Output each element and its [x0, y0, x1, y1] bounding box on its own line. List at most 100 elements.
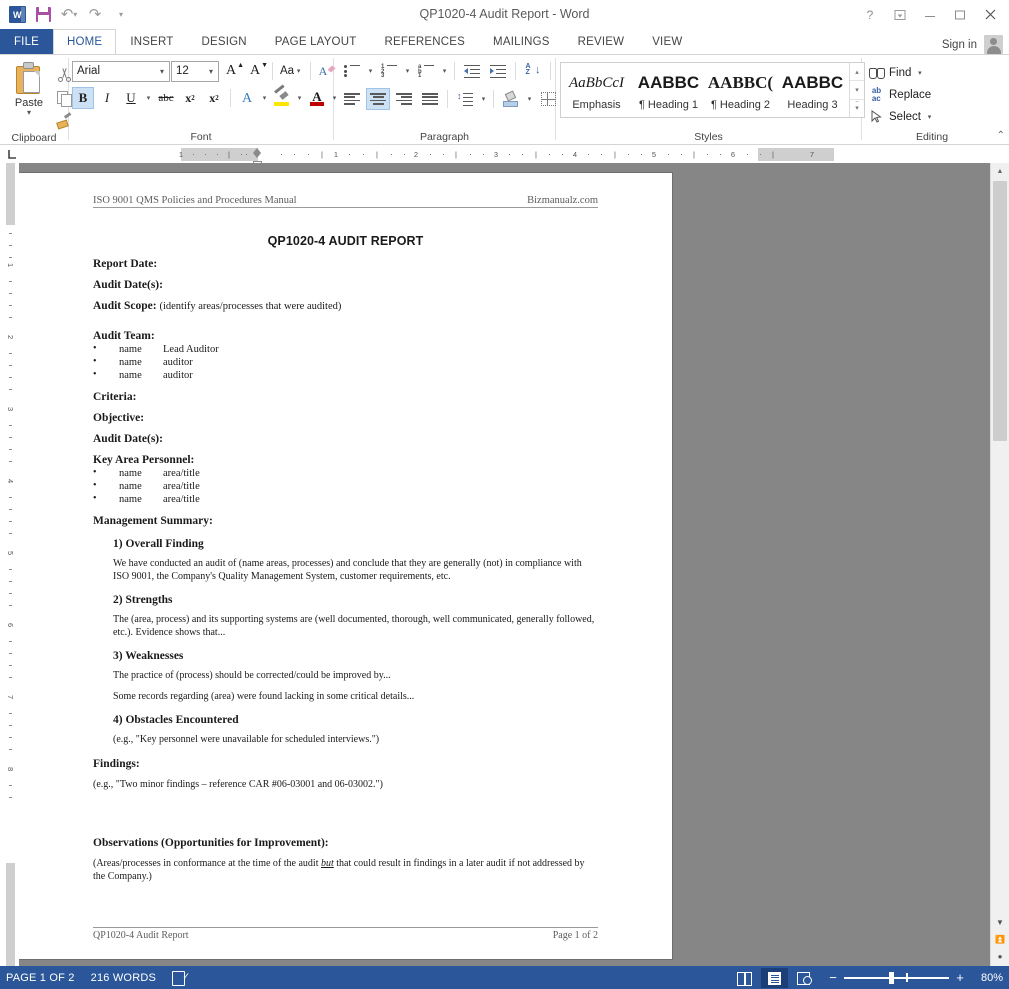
line-spacing-button[interactable]: ↕ [453, 88, 477, 110]
find-caret-icon[interactable]: ▾ [915, 69, 924, 77]
font-size-combo[interactable]: 12 ▾ [171, 60, 219, 82]
scrollbar-thumb[interactable] [993, 181, 1007, 441]
tab-references[interactable]: REFERENCES [370, 29, 479, 54]
style-emphasis[interactable]: AaBbCcI Emphasis [561, 63, 633, 117]
font-color-button[interactable]: A [306, 87, 328, 109]
scroll-down-icon[interactable]: ▼ [991, 914, 1009, 931]
document-scroll-area[interactable]: ISO 9001 QMS Policies and Procedures Man… [19, 163, 990, 966]
tab-design[interactable]: DESIGN [187, 29, 260, 54]
binoculars-icon [868, 65, 885, 80]
text-effects-button[interactable]: A [236, 87, 258, 109]
underline-caret-icon[interactable]: ▾ [144, 94, 153, 102]
find-button[interactable]: Find ▾ [868, 62, 934, 83]
tab-home[interactable]: HOME [53, 29, 117, 54]
redo-icon[interactable]: ↷ [82, 4, 108, 26]
zoom-in-button[interactable]: + [954, 971, 966, 984]
tab-review[interactable]: REVIEW [564, 29, 639, 54]
superscript-button[interactable]: x2 [203, 87, 225, 109]
bullets-caret-icon[interactable]: ▾ [366, 67, 375, 75]
highlight-caret-icon[interactable]: ▾ [295, 94, 304, 102]
ribbon-options-icon[interactable] [885, 3, 915, 27]
numbering-button[interactable]: 123 [377, 60, 401, 82]
summary-heading-1: 1) Overall Finding [113, 538, 204, 550]
sort-button[interactable]: A Z ↓ [521, 60, 545, 82]
scroll-up-icon[interactable]: ▲ [991, 163, 1009, 180]
bullets-button[interactable] [340, 60, 364, 82]
zoom-level[interactable]: 80% [971, 966, 1003, 989]
restore-icon[interactable] [945, 3, 975, 27]
decrease-indent-button[interactable] [460, 60, 484, 82]
avatar[interactable] [984, 35, 1003, 54]
summary-heading-4: 4) Obstacles Encountered [113, 714, 239, 726]
minimize-icon[interactable] [915, 3, 945, 27]
highlight-button[interactable] [271, 84, 293, 109]
zoom-control[interactable]: − + 80% [821, 966, 1003, 989]
align-left-button[interactable] [340, 88, 364, 110]
key-area-personnel-list: namearea/title namearea/title namearea/t… [93, 466, 598, 506]
shrink-font-button[interactable]: A ▼ [245, 60, 268, 82]
select-label: Select [889, 110, 921, 123]
shading-button[interactable] [499, 88, 523, 110]
grow-font-button[interactable]: A ▲ [221, 60, 244, 82]
tab-mailings[interactable]: MAILINGS [479, 29, 564, 54]
text-effects-caret-icon[interactable]: ▾ [260, 94, 269, 102]
font-name-caret-icon[interactable]: ▾ [155, 67, 169, 76]
font-name-combo[interactable]: Arial ▾ [72, 60, 170, 82]
align-right-button[interactable] [392, 88, 416, 110]
increase-indent-button[interactable] [486, 60, 510, 82]
paste-button[interactable]: Paste ▾ [6, 60, 52, 131]
justify-button[interactable] [418, 88, 442, 110]
numbering-caret-icon[interactable]: ▾ [403, 67, 412, 75]
underline-button[interactable]: U [120, 87, 142, 109]
strikethrough-button[interactable]: abc [155, 87, 177, 109]
style-heading-2[interactable]: AABBC( ¶ Heading 2 [705, 63, 777, 117]
zoom-out-button[interactable]: − [827, 971, 839, 984]
subscript-button[interactable]: x2 [179, 87, 201, 109]
close-icon[interactable] [975, 3, 1005, 27]
proofing-errors-icon[interactable] [172, 971, 190, 986]
page-indicator[interactable]: PAGE 1 OF 2 [6, 966, 75, 989]
tab-stop-selector-icon[interactable] [4, 146, 21, 163]
help-icon[interactable]: ? [855, 3, 885, 27]
italic-button[interactable]: I [96, 87, 118, 109]
read-mode-button[interactable] [731, 968, 758, 988]
tab-insert[interactable]: INSERT [116, 29, 187, 54]
indent-markers[interactable] [253, 148, 262, 168]
multilevel-caret-icon[interactable]: ▾ [440, 67, 449, 75]
bold-button[interactable]: B [72, 87, 94, 109]
horizontal-ruler[interactable]: 1 | 1 | | 2 | 3 | 4 | 5 | 6 | 7 [179, 148, 990, 168]
font-size-caret-icon[interactable]: ▾ [204, 67, 218, 76]
undo-icon[interactable]: ↶ ▾ [56, 4, 82, 26]
sign-in-label[interactable]: Sign in [942, 39, 977, 51]
style-heading-1[interactable]: AABBC ¶ Heading 1 [633, 63, 705, 117]
shading-caret-icon[interactable]: ▾ [525, 95, 534, 103]
tab-view[interactable]: VIEW [638, 29, 696, 54]
previous-page-icon[interactable]: ⏫ [991, 931, 1009, 948]
change-case-button[interactable]: Aa ▾ [278, 60, 305, 82]
sign-in-area[interactable]: Sign in [942, 35, 1009, 54]
style-heading-3[interactable]: AABBC Heading 3 [777, 63, 849, 117]
vertical-scrollbar[interactable]: ▲ ▼ ⏫ ● [990, 163, 1009, 966]
zoom-slider-thumb[interactable] [889, 972, 894, 985]
align-center-button[interactable] [366, 88, 390, 110]
vertical-ruler[interactable]: 1 2 3 4 5 6 7 8 [0, 163, 19, 966]
collapse-ribbon-icon[interactable]: ⌃ [997, 130, 1005, 141]
replace-button[interactable]: ab ac Replace [868, 84, 934, 105]
multilevel-list-button[interactable]: ab1 [414, 60, 438, 82]
word-count[interactable]: 216 WORDS [91, 966, 156, 989]
browse-object-icon[interactable]: ● [991, 948, 1009, 965]
tab-file[interactable]: FILE [0, 29, 53, 54]
group-label-clipboard: Clipboard [11, 132, 57, 144]
print-layout-button[interactable] [761, 968, 788, 988]
document-page[interactable]: ISO 9001 QMS Policies and Procedures Man… [19, 173, 672, 959]
ruler-label: 1 [333, 150, 339, 159]
select-button[interactable]: Select ▾ [868, 106, 934, 127]
zoom-slider[interactable] [844, 972, 949, 985]
select-caret-icon[interactable]: ▾ [925, 113, 934, 121]
line-spacing-caret-icon[interactable]: ▾ [479, 95, 488, 103]
tab-page-layout[interactable]: PAGE LAYOUT [261, 29, 371, 54]
web-layout-button[interactable] [791, 968, 818, 988]
paste-caret-icon[interactable]: ▾ [27, 109, 31, 117]
save-icon[interactable] [30, 4, 56, 26]
customize-quick-access-icon[interactable]: ▾ [108, 4, 134, 26]
